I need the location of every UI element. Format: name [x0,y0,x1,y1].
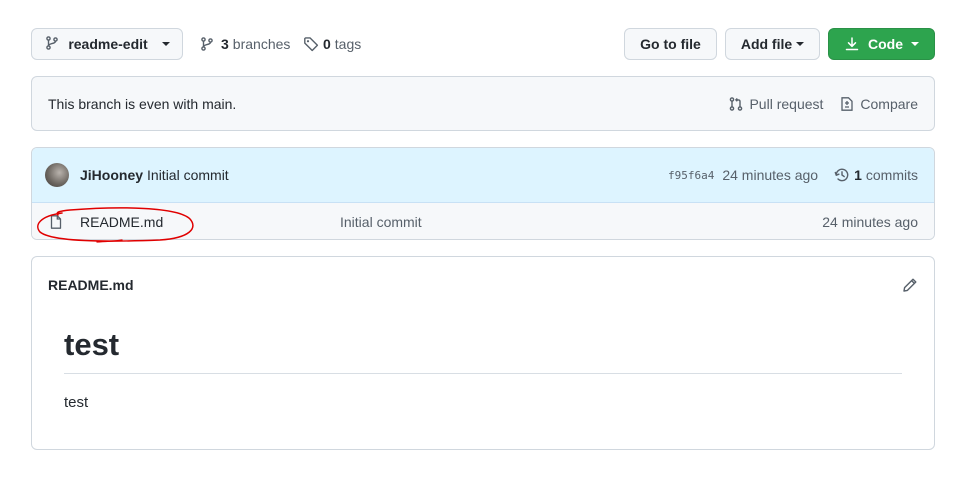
readme-content: test test [32,312,934,411]
commit-details: f95f6a4 24 minutes ago 1 commits [668,167,918,183]
pull-request-label: Pull request [749,95,824,112]
branch-status-text: This branch is even with main. [48,95,237,112]
go-to-file-label: Go to file [640,36,701,52]
commits-label: commits [865,167,918,183]
readme-paragraph: test [64,393,89,411]
file-browser: JiHooney Initial commit f95f6a4 24 minut… [31,147,935,240]
file-row[interactable]: README.md Initial commit 24 minutes ago [32,203,934,239]
branches-link[interactable]: 3 branches [199,28,290,60]
file-icon [48,214,64,230]
branch-name: readme-edit [68,36,148,52]
avatar[interactable] [45,163,69,187]
download-icon [844,36,860,52]
file-commit-age: 24 minutes ago [822,213,918,230]
commits-history-link[interactable]: 1 commits [834,167,918,183]
chevron-down-icon [911,42,919,46]
tags-label: tags [334,36,362,52]
commit-age: 24 minutes ago [722,167,819,183]
pencil-icon[interactable] [902,277,918,293]
compare-link[interactable]: Compare [839,96,918,112]
branches-label: branches [232,36,291,52]
commits-count: 1 [854,167,862,183]
commit-author[interactable]: JiHooney [80,167,143,183]
compare-label: Compare [860,95,918,112]
file-commit-message[interactable]: Initial commit [340,214,422,230]
code-label: Code [868,36,903,52]
diff-icon [839,96,855,112]
branch-status-banner: This branch is even with main. Pull requ… [31,76,935,131]
pull-request-link[interactable]: Pull request [728,96,823,112]
branch-select-button[interactable]: readme-edit [31,28,183,60]
git-pull-request-icon [728,96,744,112]
commit-message[interactable]: Initial commit [147,167,229,183]
add-file-button[interactable]: Add file [725,28,820,60]
readme-panel: README.md test test [31,256,935,450]
chevron-down-icon [161,42,170,46]
file-name-link[interactable]: README.md [80,214,340,230]
go-to-file-button[interactable]: Go to file [624,28,717,60]
commit-sha[interactable]: f95f6a4 [668,169,714,182]
code-button[interactable]: Code [828,28,935,60]
branches-count: 3 [221,36,229,52]
tag-icon [303,36,319,52]
history-icon [834,167,850,183]
chevron-down-icon [796,42,805,46]
latest-commit-row: JiHooney Initial commit f95f6a4 24 minut… [32,148,934,203]
tags-link[interactable]: 0 tags [303,28,361,60]
add-file-label: Add file [740,36,793,52]
banner-actions: Pull request Compare [728,96,918,112]
readme-title[interactable]: README.md [48,277,134,293]
git-branch-icon [44,35,60,54]
git-branch-icon [199,36,215,52]
readme-header: README.md [32,257,934,312]
tags-count: 0 [323,36,331,52]
readme-heading: test [64,326,902,374]
repo-toolbar: readme-edit 3 branches 0 tags Go to file… [31,28,935,60]
